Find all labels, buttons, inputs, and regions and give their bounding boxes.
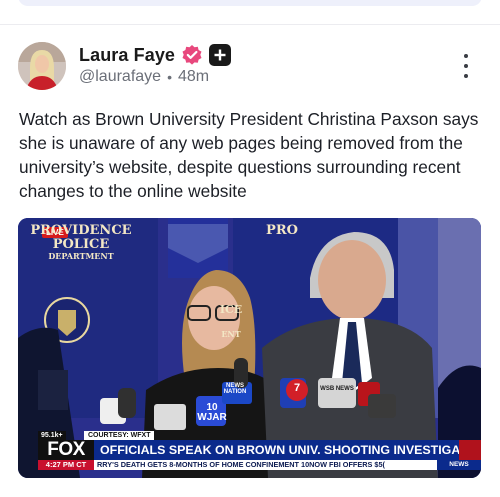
backdrop-text-mid2: ENT: [221, 329, 241, 339]
news-ticker: RRY'S DEATH GETS 8-MONTHS OF HOME CONFIN…: [94, 460, 437, 470]
mic-label-wjar: 10 WJAR: [197, 402, 227, 423]
meta-row: @laurafaye • 48m: [79, 68, 209, 86]
backdrop-text-1: PROVIDENCE: [30, 223, 132, 238]
headline-accent: [459, 440, 481, 460]
post-text: Watch as Brown University President Chri…: [19, 109, 479, 201]
avatar[interactable]: [18, 42, 66, 90]
top-strip: [0, 0, 500, 24]
author-row: Laura Faye: [79, 43, 232, 67]
divider: [0, 24, 500, 25]
backdrop-text-mid: ICE: [219, 303, 243, 316]
plus-badge-icon: [209, 44, 232, 66]
author-name[interactable]: Laura Faye: [79, 45, 175, 66]
backdrop-text-3: DEPARTMENT: [48, 251, 114, 261]
ticker-tag: NEWS: [437, 460, 481, 470]
mic-label-7: 7: [293, 382, 301, 394]
backdrop-text-right: PRO: [266, 223, 298, 238]
more-options-icon[interactable]: [459, 54, 473, 78]
broadcast-time: 4:27 PM CT: [38, 460, 94, 470]
video-player[interactable]: LIVE PROVIDENCE POLICE DEPARTMENT PRO IC…: [18, 218, 481, 478]
backdrop-text-2: POLICE: [52, 237, 110, 252]
post-time: 48m: [177, 68, 210, 85]
previous-card-edge: [18, 0, 482, 6]
network-logo: FOX: [38, 439, 94, 460]
mic-label-wsb: WSB NEWS: [320, 386, 354, 392]
courtesy-credit: COURTESY: WFXT: [84, 431, 155, 440]
news-headline: OFFICIALS SPEAK ON BROWN UNIV. SHOOTING …: [94, 440, 465, 460]
author-handle[interactable]: @laurafaye: [79, 68, 161, 86]
meta-separator: •: [167, 69, 172, 85]
verified-badge-icon: [181, 44, 203, 66]
mic-label-newsnation: NEWS NATION: [223, 383, 247, 395]
